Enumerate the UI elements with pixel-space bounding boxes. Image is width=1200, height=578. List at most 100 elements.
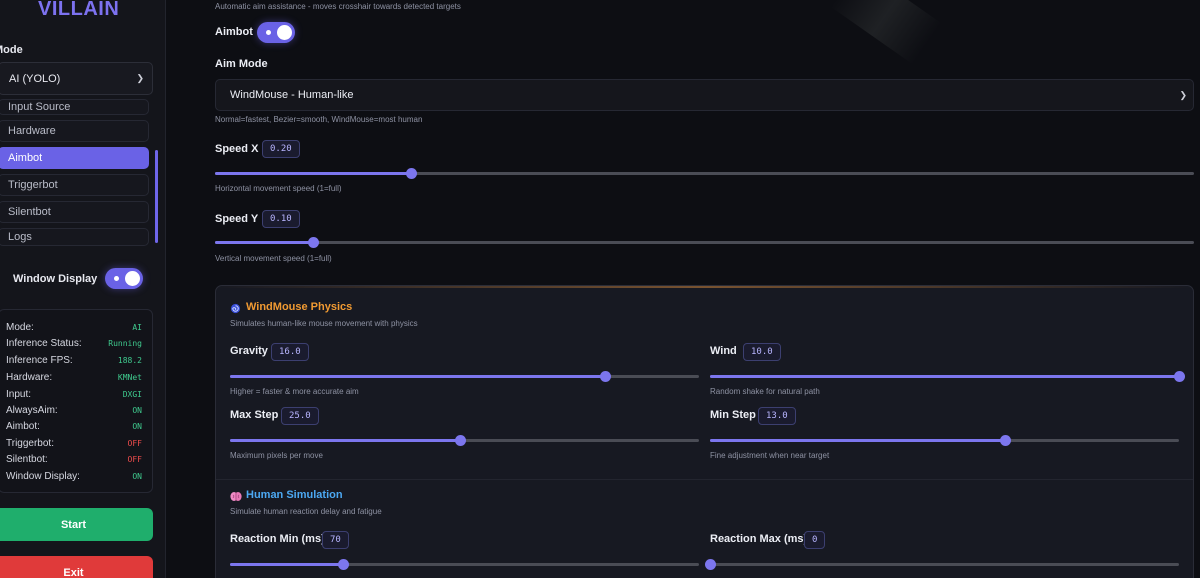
sidebar-item-label: Silentbot bbox=[8, 206, 51, 218]
windmouse-title: WindMouse Physics bbox=[246, 301, 353, 313]
status-value: Running bbox=[108, 338, 142, 348]
slider-thumb[interactable] bbox=[705, 559, 716, 570]
chevron-down-icon: ❯ bbox=[136, 73, 144, 83]
mode-select[interactable]: AI (YOLO) ❯ bbox=[0, 62, 153, 95]
speed-y-value: 0.10 bbox=[262, 210, 300, 228]
slider-thumb[interactable] bbox=[1174, 371, 1185, 382]
slider-fill bbox=[230, 563, 343, 566]
status-label: Silentbot: bbox=[6, 453, 48, 465]
window-display-label: Window Display bbox=[13, 272, 98, 285]
status-row: Window Display: ON bbox=[6, 469, 142, 483]
min-step-slider[interactable] bbox=[710, 435, 1179, 446]
section-divider bbox=[216, 479, 1193, 480]
slider-fill bbox=[215, 172, 411, 175]
app-window: VILLAIN Mode AI (YOLO) ❯ Input Source Ha… bbox=[0, 0, 1200, 578]
wind-value: 10.0 bbox=[743, 343, 781, 361]
windmouse-panel: WindMouse Physics Simulates human-like m… bbox=[215, 285, 1194, 578]
slider-thumb[interactable] bbox=[307, 237, 319, 248]
sidebar-item-label: Input Source bbox=[8, 101, 71, 113]
wind-description: Random shake for natural path bbox=[710, 387, 820, 396]
reaction-max-value: 0 bbox=[804, 531, 826, 549]
sidebar-item-label: Triggerbot bbox=[8, 179, 58, 191]
toggle-knob bbox=[125, 271, 141, 286]
toggle-dot bbox=[114, 276, 120, 281]
status-label: Hardware: bbox=[6, 371, 53, 383]
reaction-min-label: Reaction Min (ms) bbox=[230, 533, 325, 545]
brand-logo: VILLAIN bbox=[38, 0, 120, 20]
status-row: Silentbot: OFF bbox=[6, 452, 142, 466]
slider-thumb[interactable] bbox=[454, 435, 466, 446]
background-glow bbox=[830, 0, 942, 65]
status-value: OFF bbox=[127, 438, 142, 448]
status-label: Window Display: bbox=[6, 470, 80, 482]
status-value: AI bbox=[132, 322, 142, 332]
windmouse-subtitle: Simulates human-like mouse movement with… bbox=[230, 319, 418, 328]
status-label: Inference Status: bbox=[6, 337, 82, 349]
mode-label: Mode bbox=[0, 44, 23, 56]
aim-mode-select[interactable]: WindMouse - Human-like ❯ bbox=[215, 79, 1194, 111]
slider-thumb[interactable] bbox=[337, 559, 349, 570]
status-row: Hardware: KMNet bbox=[6, 370, 142, 384]
slider-thumb[interactable] bbox=[1000, 435, 1012, 446]
main-content: Automatic aim assistance - moves crossha… bbox=[196, 0, 1200, 578]
wind-label: Wind bbox=[710, 345, 737, 357]
status-label: Mode: bbox=[6, 321, 34, 333]
reaction-min-value: 70 bbox=[322, 531, 349, 549]
chevron-down-icon: ❯ bbox=[1179, 90, 1187, 100]
wind-slider[interactable] bbox=[710, 371, 1185, 382]
speed-x-slider[interactable] bbox=[215, 168, 1194, 179]
human-sim-subtitle: Simulate human reaction delay and fatigu… bbox=[230, 507, 382, 516]
slider-fill bbox=[230, 375, 606, 378]
gravity-slider[interactable] bbox=[230, 371, 699, 382]
slider-fill bbox=[230, 439, 460, 442]
min-step-label: Min Step bbox=[710, 409, 756, 421]
gravity-value: 16.0 bbox=[271, 343, 309, 361]
sidebar-item-label: Hardware bbox=[8, 125, 56, 137]
reaction-max-label: Reaction Max (ms) bbox=[710, 533, 808, 545]
status-value: KMNet bbox=[117, 372, 142, 382]
sidebar-scrollbar[interactable] bbox=[155, 150, 158, 243]
aimbot-description: Automatic aim assistance - moves crossha… bbox=[215, 2, 461, 11]
status-value: ON bbox=[132, 421, 142, 431]
status-row: AlwaysAim: ON bbox=[6, 403, 142, 417]
status-label: Inference FPS: bbox=[6, 354, 73, 366]
max-step-description: Maximum pixels per move bbox=[230, 451, 323, 460]
spiral-icon bbox=[230, 301, 241, 319]
reaction-min-slider[interactable] bbox=[230, 559, 699, 570]
exit-button[interactable]: Exit bbox=[0, 556, 153, 578]
sidebar-item-logs[interactable]: Logs bbox=[0, 228, 149, 246]
min-step-value: 13.0 bbox=[758, 407, 796, 425]
sidebar-item-input-source[interactable]: Input Source bbox=[0, 99, 149, 115]
status-label: Input: bbox=[6, 388, 32, 400]
status-value: 188.2 bbox=[117, 355, 142, 365]
gravity-description: Higher = faster & more accurate aim bbox=[230, 387, 359, 396]
status-label: Triggerbot: bbox=[6, 437, 54, 449]
toggle-knob bbox=[277, 25, 292, 40]
max-step-value: 25.0 bbox=[281, 407, 319, 425]
status-label: Aimbot: bbox=[6, 420, 40, 432]
status-row: Inference FPS: 188.2 bbox=[6, 353, 142, 367]
slider-fill bbox=[215, 241, 313, 244]
window-display-toggle[interactable] bbox=[105, 268, 144, 289]
sidebar-item-aimbot[interactable]: Aimbot bbox=[0, 147, 149, 169]
status-row: Aimbot: ON bbox=[6, 419, 142, 433]
sidebar: VILLAIN Mode AI (YOLO) ❯ Input Source Ha… bbox=[0, 0, 166, 578]
max-step-slider[interactable] bbox=[230, 435, 699, 446]
aim-mode-hint: Normal=fastest, Bezier=smooth, WindMouse… bbox=[215, 115, 423, 124]
aim-mode-label: Aim Mode bbox=[215, 58, 268, 70]
sidebar-item-silentbot[interactable]: Silentbot bbox=[0, 201, 149, 223]
slider-thumb[interactable] bbox=[600, 371, 612, 382]
sidebar-item-label: Logs bbox=[8, 231, 32, 243]
reaction-max-slider[interactable] bbox=[705, 559, 1179, 570]
slider-thumb[interactable] bbox=[405, 168, 417, 179]
speed-x-description: Horizontal movement speed (1=full) bbox=[215, 184, 342, 193]
status-value: DXGI bbox=[122, 389, 142, 399]
sidebar-item-triggerbot[interactable]: Triggerbot bbox=[0, 174, 149, 196]
speed-y-slider[interactable] bbox=[215, 237, 1194, 248]
status-row: Triggerbot: OFF bbox=[6, 436, 142, 450]
sidebar-item-hardware[interactable]: Hardware bbox=[0, 120, 149, 142]
window-display-row: Window Display bbox=[13, 268, 144, 289]
aimbot-toggle[interactable] bbox=[257, 22, 295, 43]
min-step-description: Fine adjustment when near target bbox=[710, 451, 830, 460]
start-button[interactable]: Start bbox=[0, 508, 153, 541]
